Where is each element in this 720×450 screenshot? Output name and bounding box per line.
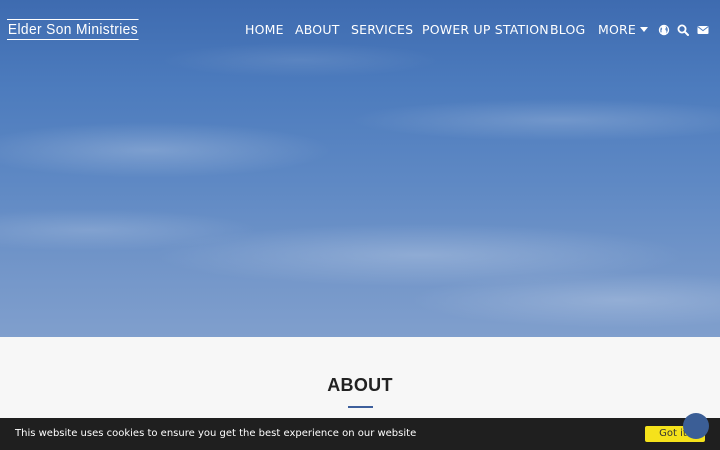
cookie-consent-bar: This website uses cookies to ensure you … — [0, 418, 720, 450]
nav-more-label: MORE — [598, 22, 637, 37]
heading-underline — [348, 406, 373, 408]
nav-about[interactable]: ABOUT — [295, 20, 340, 40]
envelope-icon[interactable] — [697, 24, 709, 36]
globe-icon[interactable] — [658, 24, 670, 36]
about-section: ABOUT — [0, 337, 720, 418]
nav-home[interactable]: HOME — [245, 20, 284, 40]
about-heading: ABOUT — [327, 375, 393, 395]
caret-down-icon — [640, 27, 649, 32]
hero-sky-image — [0, 0, 720, 337]
scroll-to-top-button[interactable] — [683, 413, 709, 439]
site-logo[interactable]: Elder Son Ministries — [7, 19, 139, 40]
nav-services[interactable]: SERVICES — [351, 20, 413, 40]
nav-blog[interactable]: BLOG — [550, 20, 585, 40]
nav-more-dropdown[interactable]: MORE — [598, 20, 649, 40]
search-icon[interactable] — [677, 24, 689, 36]
cookie-message: This website uses cookies to ensure you … — [15, 428, 417, 439]
nav-power-up-station[interactable]: POWER UP STATION — [422, 20, 549, 40]
